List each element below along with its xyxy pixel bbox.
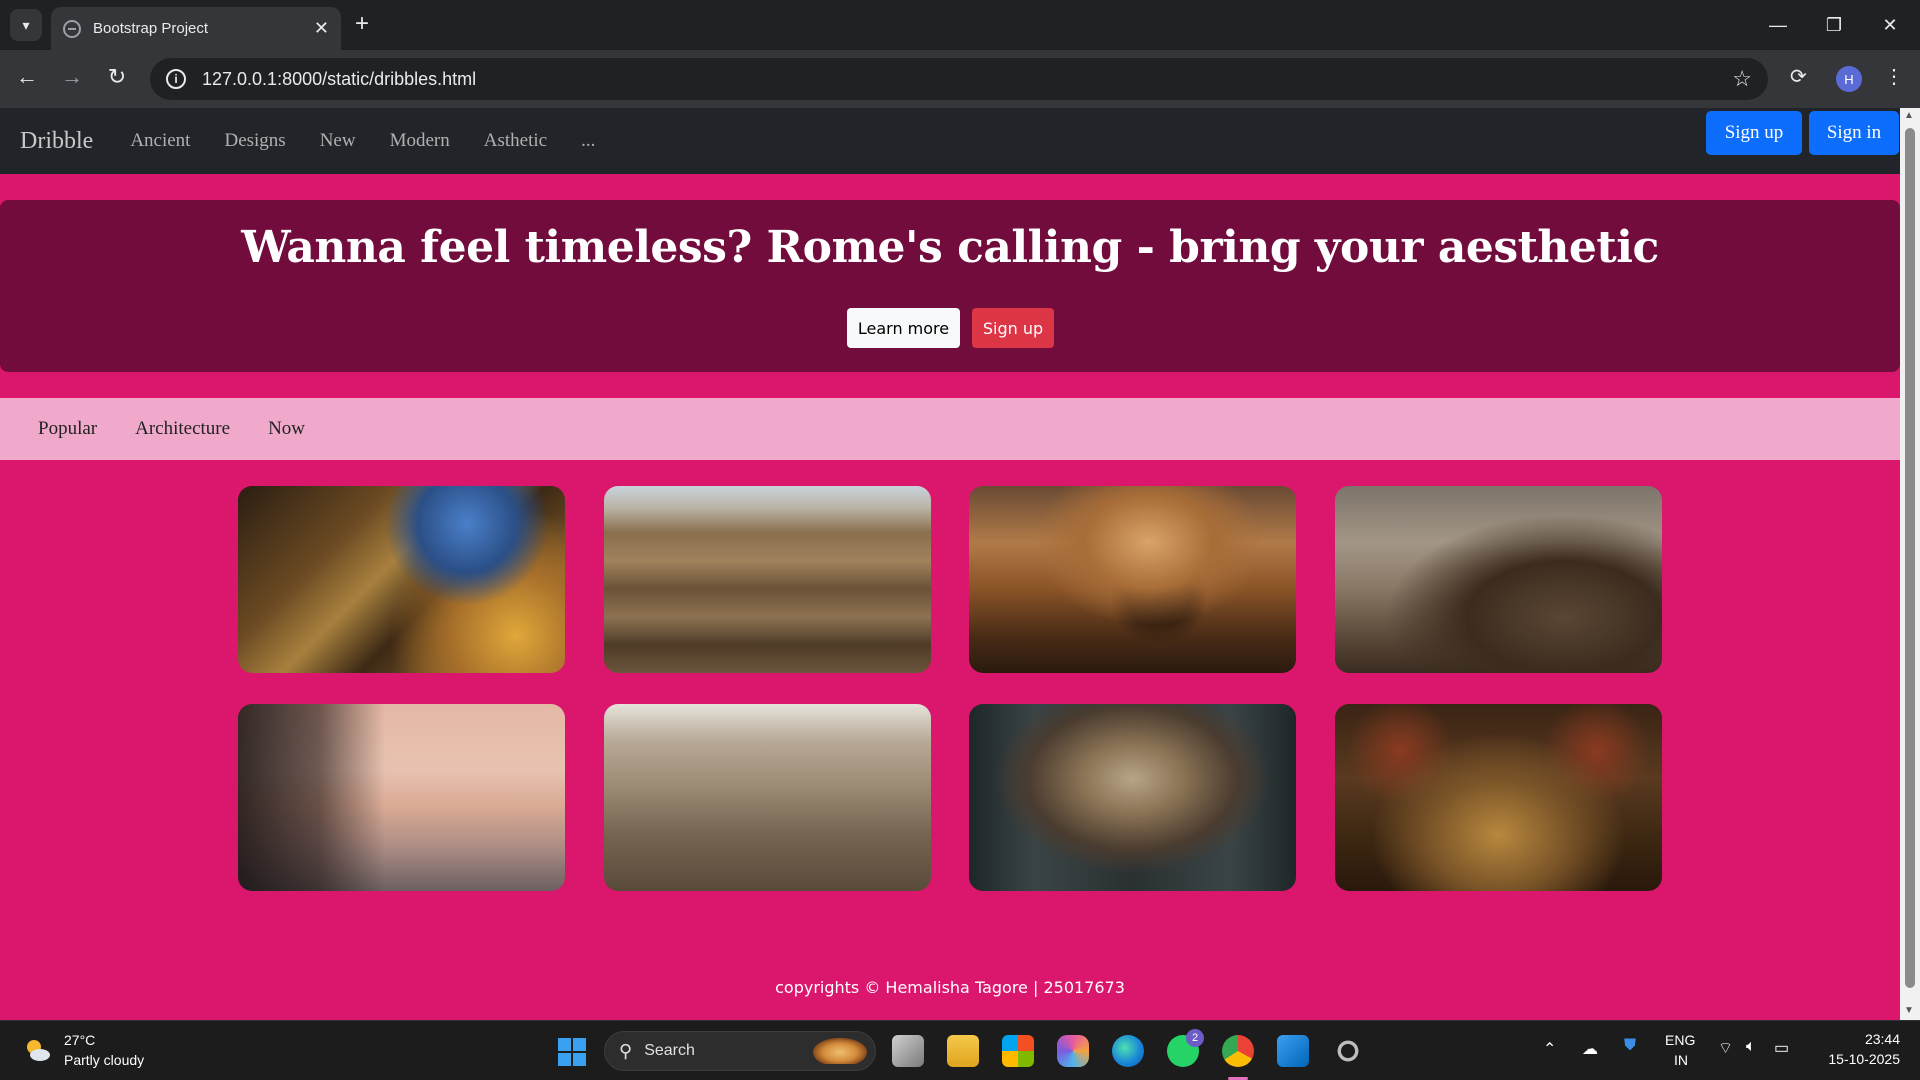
tab-title: Bootstrap Project (93, 20, 209, 37)
vscode-icon[interactable] (1277, 1035, 1309, 1067)
learn-more-button[interactable]: Learn more (847, 308, 960, 348)
close-window-button[interactable]: ✕ (1862, 0, 1918, 50)
whatsapp-badge: 2 (1186, 1029, 1204, 1047)
address-bar[interactable]: i 127.0.0.1:8000/static/dribbles.html ☆ (150, 58, 1768, 100)
bookmark-star-icon[interactable]: ☆ (1732, 66, 1752, 92)
volume-icon[interactable]: 🔈︎ (1746, 1038, 1756, 1056)
nav-link-modern[interactable]: Modern (390, 130, 450, 152)
subnav-popular[interactable]: Popular (38, 418, 97, 440)
security-shield-icon[interactable]: ⛊ (1624, 1037, 1636, 1055)
hero-headline: Wanna feel timeless? Rome's calling - br… (241, 222, 1659, 273)
tab-search-button[interactable]: ▾ (10, 9, 42, 41)
gallery-image-st-peters-dome[interactable] (969, 486, 1296, 673)
brand-link[interactable]: Dribble (20, 128, 93, 155)
subnav-architecture[interactable]: Architecture (135, 418, 230, 440)
url-text: 127.0.0.1:8000/static/dribbles.html (202, 68, 477, 89)
language-indicator[interactable]: ENG (1665, 1032, 1695, 1048)
windows-start-icon[interactable] (557, 1037, 587, 1067)
clock-date[interactable]: 15-10-2025 (1815, 1051, 1900, 1067)
wifi-icon[interactable]: ⌔ (1718, 1038, 1733, 1058)
page-viewport: Dribble Ancient Designs New Modern Asthe… (0, 108, 1900, 1020)
gallery-image-basilica-interior[interactable] (238, 486, 565, 673)
site-info-icon[interactable]: i (166, 69, 186, 89)
new-tab-button[interactable]: + (355, 10, 369, 38)
hero-banner: Wanna feel timeless? Rome's calling - br… (0, 200, 1900, 372)
browser-tab[interactable]: Bootstrap Project ✕ (51, 7, 341, 50)
chrome-icon[interactable] (1222, 1035, 1254, 1067)
restore-button[interactable]: ❐ (1806, 0, 1862, 50)
gallery-image-street-lamps[interactable] (238, 704, 565, 891)
gallery-image-colosseum-exterior[interactable] (1335, 486, 1662, 673)
navbar-signin-button[interactable]: Sign in (1809, 111, 1899, 155)
profile-avatar[interactable]: H (1836, 66, 1862, 92)
scroll-up-arrow-icon[interactable]: ▲ (1904, 110, 1914, 121)
gallery-image-roman-forum[interactable] (604, 704, 931, 891)
task-view-icon[interactable] (892, 1035, 924, 1067)
copilot-icon[interactable] (1057, 1035, 1089, 1067)
nav-link-designs[interactable]: Designs (224, 130, 285, 152)
nav-link-asthetic[interactable]: Asthetic (484, 130, 547, 152)
windows-taskbar: 27°C Partly cloudy ⚲ Search 2 ⌃ ☁ ⛊ ENG … (0, 1020, 1920, 1080)
gallery-image-gothic-cathedral[interactable] (1335, 704, 1662, 891)
microsoft-store-icon[interactable] (1002, 1035, 1034, 1067)
extensions-icon[interactable]: ⟳ (1790, 64, 1807, 89)
back-button[interactable]: ← (12, 64, 42, 90)
hero-signup-button[interactable]: Sign up (972, 308, 1054, 348)
edge-browser-icon[interactable] (1112, 1035, 1144, 1067)
gallery-image-baroque-ceiling[interactable] (969, 704, 1296, 891)
globe-icon (63, 19, 81, 38)
page-footer: copyrights © Hemalisha Tagore | 25017673 (775, 978, 1125, 997)
browser-tabstrip: ▾ Bootstrap Project ✕ + — ❐ ✕ (0, 0, 1920, 50)
chatgpt-icon[interactable] (1332, 1035, 1364, 1067)
scroll-down-arrow-icon[interactable]: ▼ (1904, 1005, 1914, 1016)
region-indicator[interactable]: IN (1674, 1052, 1688, 1068)
nav-link-more[interactable]: ... (581, 130, 595, 152)
forward-button[interactable]: → (57, 64, 87, 90)
page-scrollbar[interactable]: ▲ ▼ (1900, 108, 1920, 1020)
show-hidden-icons-chevron-icon[interactable]: ⌃ (1543, 1039, 1556, 1059)
clock-time[interactable]: 23:44 (1855, 1031, 1900, 1047)
search-highlight-icon (813, 1038, 867, 1064)
partly-cloudy-icon (27, 1040, 50, 1061)
minimize-button[interactable]: — (1750, 0, 1806, 50)
file-explorer-icon[interactable] (947, 1035, 979, 1067)
subnav-now[interactable]: Now (268, 418, 305, 440)
navbar-signup-button[interactable]: Sign up (1706, 111, 1802, 155)
category-subnav: Popular Architecture Now (0, 398, 1900, 460)
browser-toolbar: ← → ↻ i 127.0.0.1:8000/static/dribbles.h… (0, 50, 1920, 108)
menu-icon[interactable]: ⋮ (1884, 64, 1904, 89)
search-icon: ⚲ (619, 1040, 633, 1061)
nav-link-ancient[interactable]: Ancient (130, 130, 190, 152)
tab-close-icon[interactable]: ✕ (314, 18, 329, 39)
onedrive-icon[interactable]: ☁ (1582, 1039, 1598, 1059)
nav-link-new[interactable]: New (320, 130, 356, 152)
weather-temperature: 27°C (64, 1032, 96, 1048)
battery-icon[interactable]: ▭ (1774, 1038, 1789, 1058)
gallery-image-colosseum-interior[interactable] (604, 486, 931, 673)
image-gallery (238, 486, 1664, 891)
reload-button[interactable]: ↻ (102, 64, 132, 90)
taskbar-search[interactable]: ⚲ Search (604, 1031, 876, 1071)
site-navbar: Dribble Ancient Designs New Modern Asthe… (0, 108, 1900, 174)
scrollbar-thumb[interactable] (1905, 128, 1915, 988)
weather-description: Partly cloudy (64, 1052, 145, 1068)
taskbar-search-label: Search (644, 1042, 695, 1059)
